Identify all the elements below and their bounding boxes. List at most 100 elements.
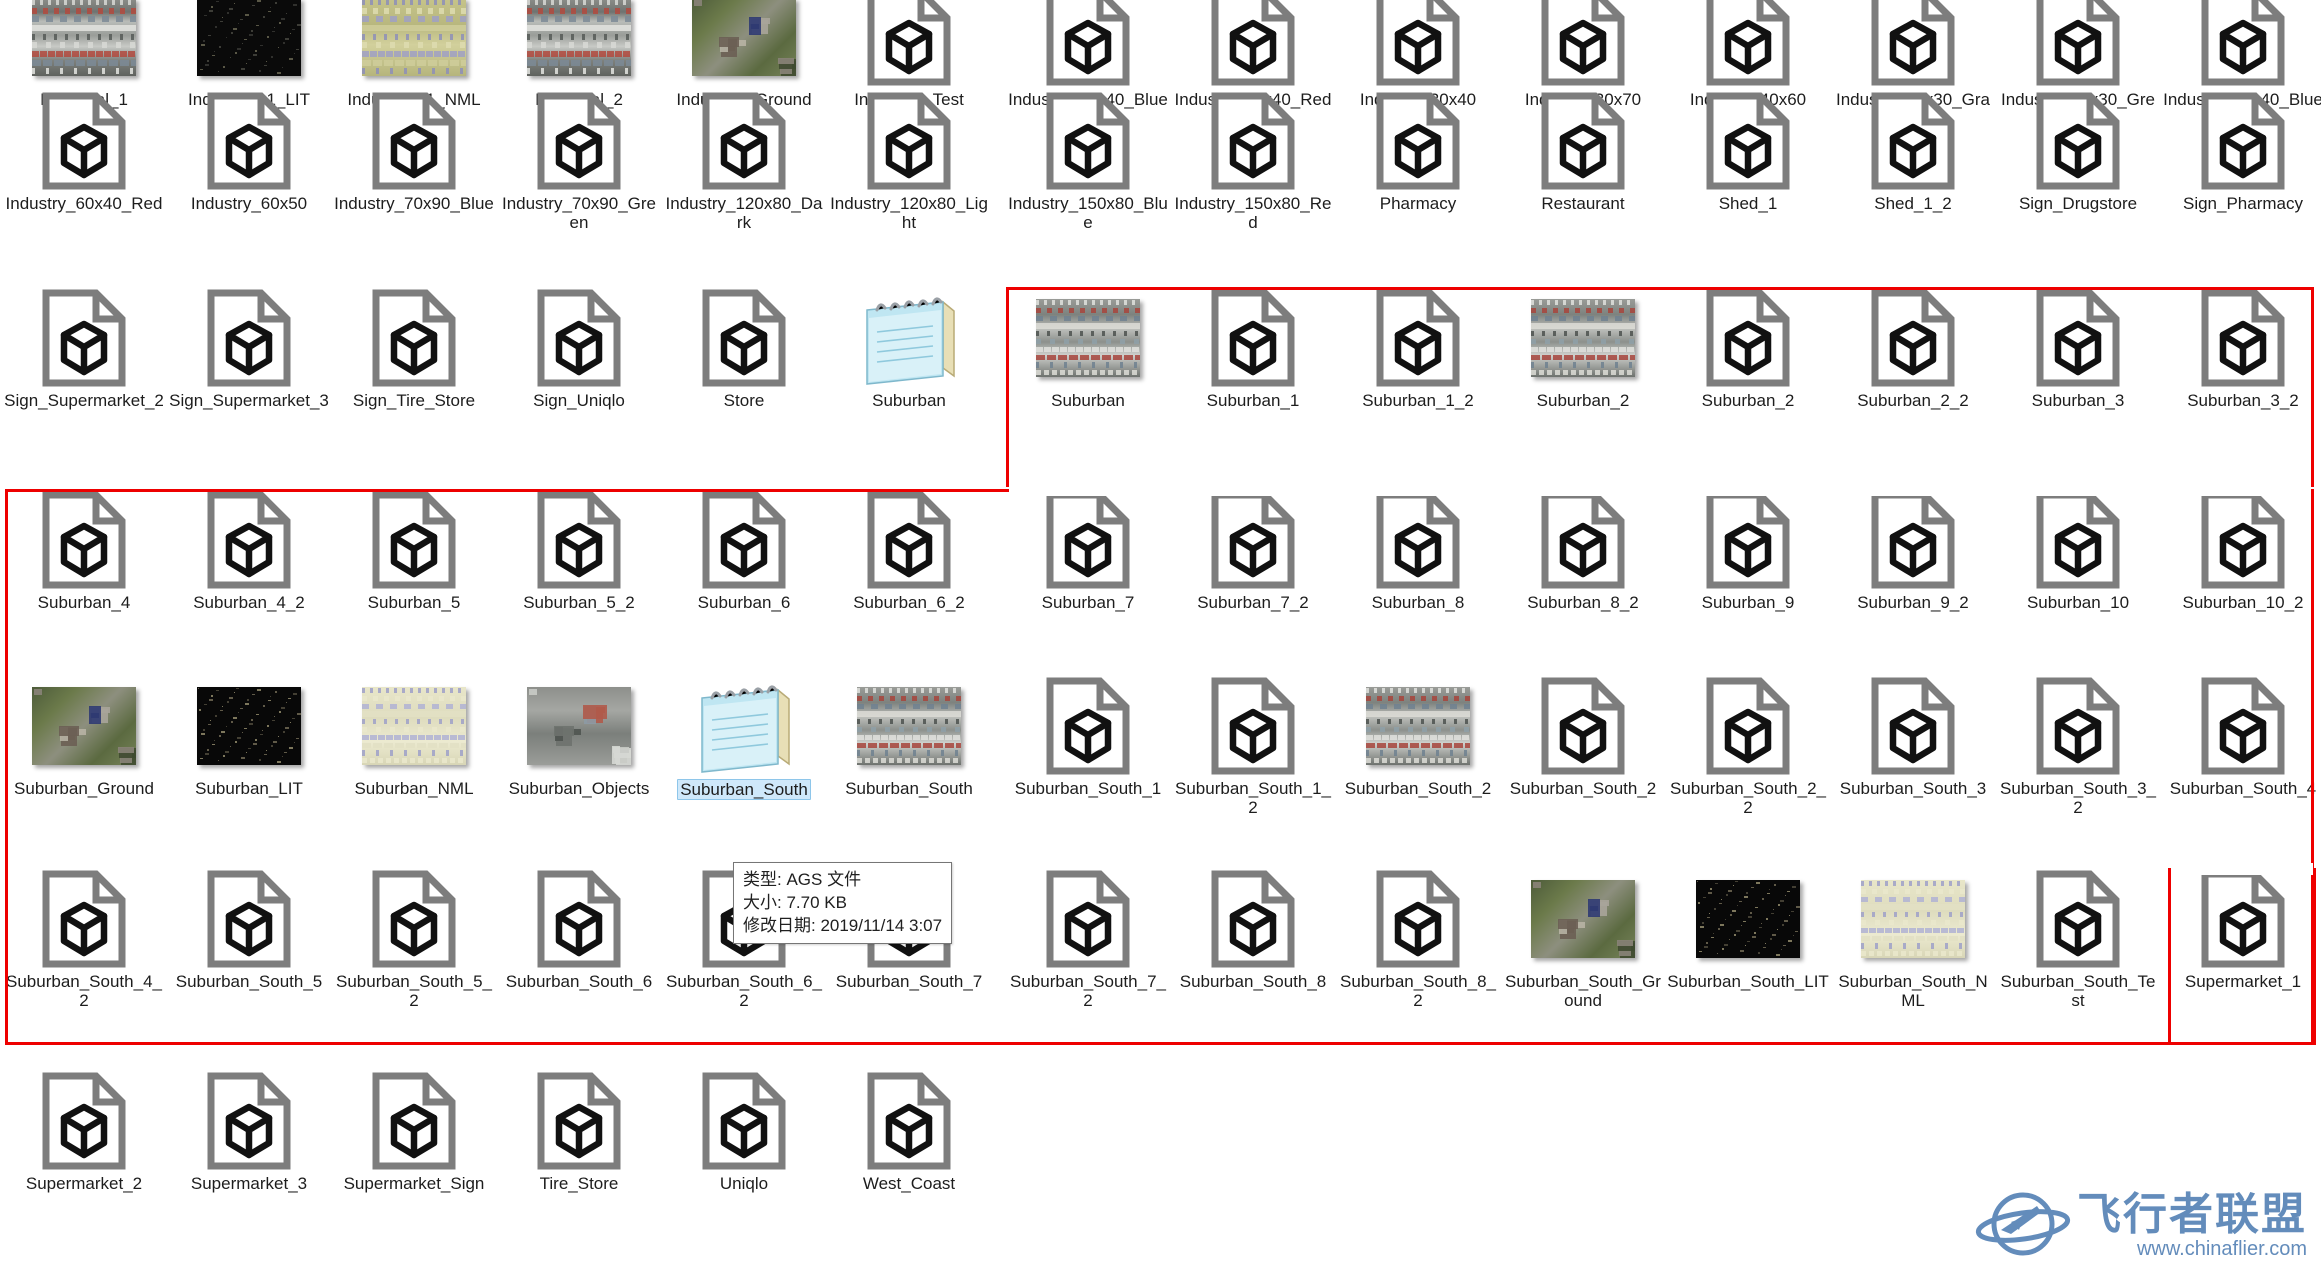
file-label[interactable]: Industry_70x90_Green — [498, 194, 660, 232]
file-label[interactable]: Suburban_South_LIT — [1667, 972, 1829, 991]
file-label[interactable]: Suburban_South_NML — [1832, 972, 1994, 1010]
file-item[interactable]: Industry_120x80_Light — [827, 90, 991, 232]
file-label[interactable]: Suburban_South_7_2 — [1007, 972, 1169, 1010]
file-label[interactable]: Suburban_1 — [1172, 391, 1334, 410]
file-label[interactable]: Suburban_10 — [1997, 593, 2159, 612]
file-item[interactable]: Supermarket_1 — [2161, 868, 2321, 991]
file-item[interactable]: Supermarket_3 — [167, 1070, 331, 1193]
file-thumbnail[interactable] — [1858, 675, 1968, 777]
file-thumbnail[interactable] — [29, 489, 139, 591]
file-label[interactable]: Suburban_South_5_2 — [333, 972, 495, 1010]
file-item[interactable]: Industry_60x40_Red — [2, 90, 166, 213]
file-thumbnail[interactable] — [689, 675, 799, 777]
file-item[interactable]: Suburban_South_3_2 — [1996, 675, 2160, 817]
file-thumbnail[interactable] — [359, 1070, 469, 1172]
file-thumbnail[interactable] — [2188, 287, 2298, 389]
file-label[interactable]: Suburban_4 — [3, 593, 165, 612]
file-thumbnail[interactable] — [524, 675, 634, 777]
file-label[interactable]: Suburban_1_2 — [1337, 391, 1499, 410]
file-thumbnail[interactable] — [1198, 90, 1308, 192]
file-item[interactable]: Suburban_South_1 — [1006, 675, 1170, 798]
file-label[interactable]: Sign_Supermarket_2 — [3, 391, 165, 410]
file-item[interactable]: Suburban_South_4_2 — [2, 868, 166, 1010]
file-label[interactable]: Suburban_8 — [1337, 593, 1499, 612]
file-item[interactable]: Suburban_9 — [1666, 489, 1830, 612]
file-label[interactable]: Sign_Pharmacy — [2162, 194, 2321, 213]
file-thumbnail[interactable] — [1033, 675, 1143, 777]
file-thumbnail[interactable] — [359, 675, 469, 777]
file-thumbnail[interactable] — [359, 287, 469, 389]
file-thumbnail[interactable] — [854, 675, 964, 777]
file-item[interactable]: Suburban_Objects — [497, 675, 661, 798]
file-thumbnail[interactable] — [1858, 868, 1968, 970]
file-label[interactable]: Industry_150x80_Red — [1172, 194, 1334, 232]
file-label[interactable]: Suburban_LIT — [168, 779, 330, 798]
file-label[interactable]: Suburban_5 — [333, 593, 495, 612]
file-thumbnail[interactable] — [1198, 287, 1308, 389]
file-label[interactable]: Suburban_South_6 — [498, 972, 660, 991]
file-thumbnail[interactable] — [524, 868, 634, 970]
file-label[interactable]: Suburban_7 — [1007, 593, 1169, 612]
file-item[interactable]: Suburban_7_2 — [1171, 489, 1335, 612]
file-item[interactable]: Suburban_South_4 — [2161, 675, 2321, 798]
file-thumbnail[interactable] — [29, 675, 139, 777]
file-thumbnail[interactable] — [2188, 0, 2298, 88]
file-label[interactable]: Suburban_10_2 — [2162, 593, 2321, 612]
file-thumbnail[interactable] — [1528, 287, 1638, 389]
file-label[interactable]: Industry_120x80_Dark — [663, 194, 825, 232]
file-item[interactable]: Suburban_7 — [1006, 489, 1170, 612]
file-item[interactable]: Suburban_South_5_2 — [332, 868, 496, 1010]
file-thumbnail[interactable] — [194, 287, 304, 389]
file-label[interactable]: Suburban_South_3 — [1832, 779, 1994, 798]
file-thumbnail[interactable] — [1198, 868, 1308, 970]
file-label[interactable]: Supermarket_3 — [168, 1174, 330, 1193]
file-item[interactable]: Supermarket_2 — [2, 1070, 166, 1193]
file-thumbnail[interactable] — [29, 1070, 139, 1172]
file-thumbnail[interactable] — [1363, 868, 1473, 970]
file-thumbnail[interactable] — [1693, 489, 1803, 591]
file-item[interactable]: Suburban_LIT — [167, 675, 331, 798]
file-thumbnail[interactable] — [1363, 675, 1473, 777]
file-item[interactable]: Suburban_5 — [332, 489, 496, 612]
file-thumbnail[interactable] — [1363, 287, 1473, 389]
file-label[interactable]: Sign_Drugstore — [1997, 194, 2159, 213]
file-thumbnail[interactable] — [689, 1070, 799, 1172]
file-item[interactable]: Suburban_NML — [332, 675, 496, 798]
file-item[interactable]: Suburban_South_Test — [1996, 868, 2160, 1010]
file-thumbnail[interactable] — [194, 0, 304, 88]
file-item[interactable]: Suburban_10 — [1996, 489, 2160, 612]
file-item[interactable]: Suburban_South_2_2 — [1666, 675, 1830, 817]
file-thumbnail[interactable] — [1858, 287, 1968, 389]
file-thumbnail[interactable] — [194, 1070, 304, 1172]
file-thumbnail[interactable] — [359, 90, 469, 192]
file-thumbnail[interactable] — [2188, 489, 2298, 591]
file-label[interactable]: Suburban_5_2 — [498, 593, 660, 612]
file-label[interactable]: Tire_Store — [498, 1174, 660, 1193]
file-thumbnail[interactable] — [359, 0, 469, 88]
file-thumbnail[interactable] — [689, 90, 799, 192]
file-label[interactable]: Suburban_6_2 — [828, 593, 990, 612]
file-thumbnail[interactable] — [29, 287, 139, 389]
file-thumbnail[interactable] — [2023, 675, 2133, 777]
file-thumbnail[interactable] — [29, 90, 139, 192]
file-label[interactable]: Industry_60x50 — [168, 194, 330, 213]
file-thumbnail[interactable] — [2023, 287, 2133, 389]
file-thumbnail[interactable] — [524, 1070, 634, 1172]
file-thumbnail[interactable] — [1033, 287, 1143, 389]
file-thumbnail[interactable] — [2023, 489, 2133, 591]
file-thumbnail[interactable] — [359, 868, 469, 970]
file-thumbnail[interactable] — [1033, 868, 1143, 970]
file-thumbnail[interactable] — [2023, 868, 2133, 970]
file-item[interactable]: Suburban_South_2 — [1336, 675, 1500, 798]
file-thumbnail[interactable] — [2023, 90, 2133, 192]
file-thumbnail[interactable] — [1528, 675, 1638, 777]
file-label[interactable]: Pharmacy — [1337, 194, 1499, 213]
file-label[interactable]: Suburban_4_2 — [168, 593, 330, 612]
file-thumbnail[interactable] — [194, 90, 304, 192]
file-label[interactable]: Suburban_South — [677, 779, 811, 800]
file-label[interactable]: Sign_Uniqlo — [498, 391, 660, 410]
file-label[interactable]: Suburban_7_2 — [1172, 593, 1334, 612]
file-thumbnail[interactable] — [1198, 675, 1308, 777]
file-item[interactable]: Suburban_9_2 — [1831, 489, 1995, 612]
file-item[interactable]: Industry_60x50 — [167, 90, 331, 213]
